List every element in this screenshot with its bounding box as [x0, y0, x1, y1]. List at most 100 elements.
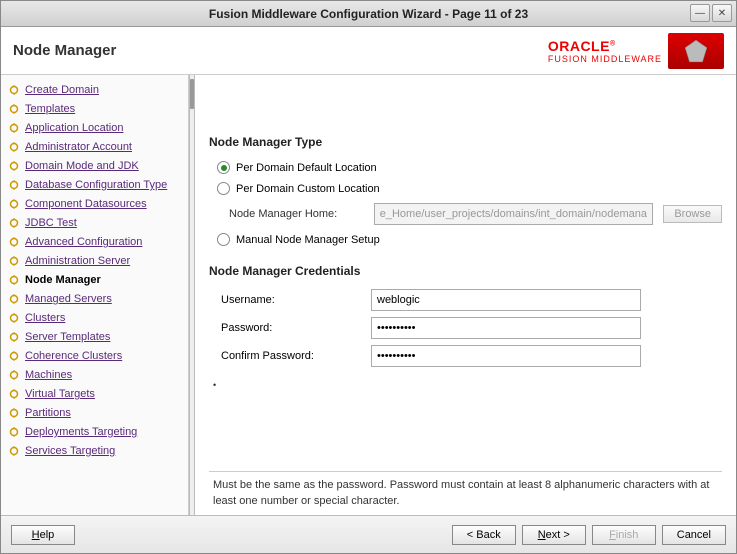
next-button[interactable]: Next > — [522, 525, 586, 545]
cancel-button[interactable]: Cancel — [662, 525, 726, 545]
nav-label: Administrator Account — [25, 141, 132, 153]
home-label: Node Manager Home: — [229, 208, 364, 220]
sidebar-item-node-manager[interactable]: Node Manager — [7, 271, 186, 289]
nav-bullet-icon — [9, 199, 19, 209]
sidebar-item-database-configuration-type[interactable]: Database Configuration Type — [7, 176, 186, 194]
nav-label: Node Manager — [25, 274, 101, 286]
nav-bullet-icon — [9, 161, 19, 171]
body: Create Domain Templates Application Locati… — [1, 75, 736, 515]
sidebar-item-administrator-account[interactable]: Administrator Account — [7, 138, 186, 156]
radio-row-manual[interactable]: Manual Node Manager Setup — [209, 229, 722, 250]
radio-custom-location[interactable] — [217, 182, 230, 195]
radio-row-custom[interactable]: Per Domain Custom Location — [209, 178, 722, 199]
back-button[interactable]: < Back — [452, 525, 516, 545]
brand-block: ORACLE® FUSION MIDDLEWARE — [548, 33, 724, 69]
nav-bullet-icon — [9, 389, 19, 399]
radio-label: Per Domain Custom Location — [236, 183, 380, 195]
sidebar-item-create-domain[interactable]: Create Domain — [7, 81, 186, 99]
nav-label: Services Targeting — [25, 445, 115, 457]
confirm-password-input[interactable] — [371, 345, 641, 367]
nav-bullet-icon — [9, 123, 19, 133]
content-pane: Node Manager Type Per Domain Default Loc… — [195, 75, 736, 515]
sidebar-item-managed-servers[interactable]: Managed Servers — [7, 290, 186, 308]
nav-bullet-icon — [9, 256, 19, 266]
content-scroll[interactable]: Node Manager Type Per Domain Default Loc… — [209, 85, 722, 467]
confirm-password-label: Confirm Password: — [221, 350, 371, 362]
home-field-row: Node Manager Home: Browse — [209, 199, 722, 229]
username-input[interactable] — [371, 289, 641, 311]
window-title: Fusion Middleware Configuration Wizard -… — [209, 7, 528, 21]
brand-logo-icon — [668, 33, 724, 69]
nav-bullet-icon — [9, 294, 19, 304]
nav-bullet-icon — [9, 85, 19, 95]
browse-button: Browse — [663, 205, 722, 223]
sidebar-item-partitions[interactable]: Partitions — [7, 404, 186, 422]
nav-label: Deployments Targeting — [25, 426, 137, 438]
nav-label: JDBC Test — [25, 217, 77, 229]
sidebar-item-jdbc-test[interactable]: JDBC Test — [7, 214, 186, 232]
close-button[interactable]: ✕ — [712, 4, 732, 22]
sidebar-item-component-datasources[interactable]: Component Datasources — [7, 195, 186, 213]
password-input[interactable] — [371, 317, 641, 339]
sidebar-item-application-location[interactable]: Application Location — [7, 119, 186, 137]
confirm-password-row: Confirm Password: — [209, 342, 722, 370]
password-label: Password: — [221, 322, 371, 334]
nav-label: Database Configuration Type — [25, 179, 167, 191]
username-label: Username: — [221, 294, 371, 306]
password-row: Password: — [209, 314, 722, 342]
radio-default-location[interactable] — [217, 161, 230, 174]
radio-row-default[interactable]: Per Domain Default Location — [209, 157, 722, 178]
nav-bullet-icon — [9, 351, 19, 361]
sidebar-item-deployments-targeting[interactable]: Deployments Targeting — [7, 423, 186, 441]
nav-bullet-icon — [9, 332, 19, 342]
nav-label: Component Datasources — [25, 198, 147, 210]
nav-bullet-icon — [9, 275, 19, 285]
nav-label: Clusters — [25, 312, 65, 324]
separator-dot: • — [213, 380, 722, 390]
nav-label: Administration Server — [25, 255, 130, 267]
nav-label: Partitions — [25, 407, 71, 419]
sidebar-item-services-targeting[interactable]: Services Targeting — [7, 442, 186, 460]
nav-label: Domain Mode and JDK — [25, 160, 139, 172]
radio-label: Manual Node Manager Setup — [236, 234, 380, 246]
sidebar-item-domain-mode-and-jdk[interactable]: Domain Mode and JDK — [7, 157, 186, 175]
section-title-type: Node Manager Type — [209, 135, 722, 149]
nav-bullet-icon — [9, 218, 19, 228]
nav-bullet-icon — [9, 427, 19, 437]
wizard-window: Fusion Middleware Configuration Wizard -… — [0, 0, 737, 554]
hint-text: Must be the same as the password. Passwo… — [209, 471, 722, 511]
section-title-credentials: Node Manager Credentials — [209, 264, 722, 278]
nav-bullet-icon — [9, 180, 19, 190]
header: Node Manager ORACLE® FUSION MIDDLEWARE — [1, 27, 736, 75]
sidebar-item-administration-server[interactable]: Administration Server — [7, 252, 186, 270]
minimize-button[interactable]: — — [690, 4, 710, 22]
sidebar-item-server-templates[interactable]: Server Templates — [7, 328, 186, 346]
sidebar-item-coherence-clusters[interactable]: Coherence Clusters — [7, 347, 186, 365]
nav-bullet-icon — [9, 142, 19, 152]
help-button[interactable]: Help — [11, 525, 75, 545]
radio-manual-setup[interactable] — [217, 233, 230, 246]
nav-label: Create Domain — [25, 84, 99, 96]
radio-label: Per Domain Default Location — [236, 162, 377, 174]
nav-label: Coherence Clusters — [25, 350, 122, 362]
nav-bullet-icon — [9, 104, 19, 114]
node-manager-home-input — [374, 203, 654, 225]
nav-label: Advanced Configuration — [25, 236, 142, 248]
brand-oracle: ORACLE® — [548, 38, 662, 54]
sidebar-item-clusters[interactable]: Clusters — [7, 309, 186, 327]
page-title: Node Manager — [13, 42, 116, 59]
nav-bullet-icon — [9, 446, 19, 456]
nav-sidebar[interactable]: Create Domain Templates Application Locati… — [1, 75, 189, 515]
titlebar: Fusion Middleware Configuration Wizard -… — [1, 1, 736, 27]
nav-label: Managed Servers — [25, 293, 112, 305]
username-row: Username: — [209, 286, 722, 314]
nav-label: Application Location — [25, 122, 123, 134]
sidebar-item-virtual-targets[interactable]: Virtual Targets — [7, 385, 186, 403]
sidebar-item-templates[interactable]: Templates — [7, 100, 186, 118]
nav-label: Machines — [25, 369, 72, 381]
sidebar-item-advanced-configuration[interactable]: Advanced Configuration — [7, 233, 186, 251]
nav-label: Server Templates — [25, 331, 110, 343]
nav-bullet-icon — [9, 370, 19, 380]
sidebar-item-machines[interactable]: Machines — [7, 366, 186, 384]
footer: Help < Back Next > Finish Cancel — [1, 515, 736, 553]
